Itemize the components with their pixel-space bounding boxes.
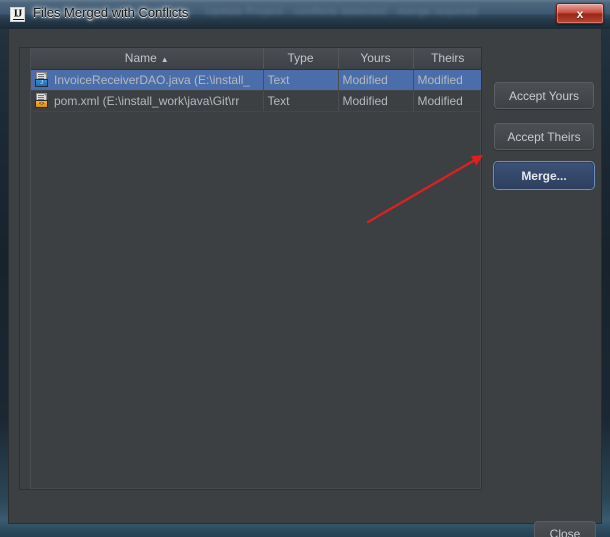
intellij-idea-icon: IJ (10, 7, 25, 22)
conflicted-files-table-area[interactable]: Name ▲ Type Yours Theirs J InvoiceReceiv… (31, 48, 481, 489)
dialog-window: Update Project · conflicts detected · me… (0, 0, 610, 537)
window-title: Files Merged with Conflicts (33, 5, 189, 20)
column-header-theirs[interactable]: Theirs (413, 48, 481, 70)
column-header-type[interactable]: Type (263, 48, 339, 70)
cell-name[interactable]: <> pom.xml (E:\install_work\java\Git\rr (31, 90, 264, 112)
merge-button[interactable]: Merge... (494, 162, 594, 189)
xml-file-icon: <> (35, 93, 49, 108)
cell-yours: Modified (338, 69, 414, 91)
cell-theirs: Modified (413, 90, 481, 112)
glass-ghost-text: Update Project · conflicts detected · me… (205, 6, 478, 18)
cell-theirs: Modified (413, 69, 481, 91)
table-header-row: Name ▲ Type Yours Theirs (31, 48, 481, 70)
accept-theirs-button[interactable]: Accept Theirs (494, 123, 594, 150)
cell-yours: Modified (338, 90, 414, 112)
table-row[interactable]: J InvoiceReceiverDAO.java (E:\install_ T… (31, 69, 481, 91)
conflicted-files-table: Name ▲ Type Yours Theirs J InvoiceReceiv… (31, 48, 481, 112)
dialog-content: Name ▲ Type Yours Theirs J InvoiceReceiv… (8, 29, 602, 537)
accept-yours-button[interactable]: Accept Yours (494, 82, 594, 109)
sort-ascending-icon: ▲ (160, 55, 169, 65)
intellij-idea-icon-bar (13, 18, 24, 20)
table-row[interactable]: <> pom.xml (E:\install_work\java\Git\rr … (31, 90, 481, 112)
file-name-label: pom.xml (E:\install_work\java\Git\rr (54, 93, 240, 108)
column-header-name-label: Name (124, 51, 157, 66)
close-icon: x (576, 6, 584, 21)
column-header-name[interactable]: Name ▲ (31, 48, 264, 70)
title-bar: Update Project · conflicts detected · me… (0, 0, 610, 29)
cell-type: Text (263, 69, 339, 91)
close-button[interactable]: Close (534, 521, 596, 537)
xml-file-icon-badge: <> (35, 100, 48, 108)
conflicted-files-panel: Name ▲ Type Yours Theirs J InvoiceReceiv… (19, 47, 482, 490)
column-header-yours[interactable]: Yours (338, 48, 414, 70)
cell-name[interactable]: J InvoiceReceiverDAO.java (E:\install_ (31, 69, 264, 91)
window-close-button[interactable]: x (556, 3, 604, 24)
cell-type: Text (263, 90, 339, 112)
list-gutter (20, 48, 31, 489)
file-name-label: InvoiceReceiverDAO.java (E:\install_ (54, 72, 251, 87)
java-file-icon: J (35, 72, 49, 87)
java-file-icon-badge: J (35, 79, 48, 87)
